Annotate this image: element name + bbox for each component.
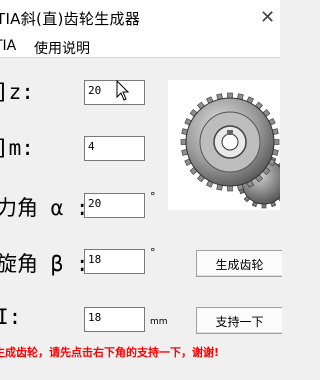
gear-icon [180,92,291,209]
window-title: TIA斜(直)齿轮生成器 [0,10,141,28]
support-button[interactable]: 支持一下 [196,307,282,334]
close-button[interactable]: ✕ [256,0,280,36]
teeth-count-label: ]z: [0,80,34,104]
mm-unit: mm [150,317,168,327]
face-width-label: I: [0,305,22,329]
teeth-count-input[interactable]: 20 [84,80,145,105]
pressure-angle-input[interactable]: 20 [84,193,145,218]
module-label: ]m: [0,136,34,160]
degree-unit: ° [150,246,156,259]
mouse-cursor-icon [116,80,130,101]
menu-bar: TIA 使用说明 [0,36,280,58]
face-width-input[interactable]: 18 [84,307,145,332]
menu-item-help[interactable]: 使用说明 [34,38,90,58]
instruction-note: 生成齿轮，请先点击右下角的支持一下，谢谢! [0,346,220,359]
title-bar: TIA斜(直)齿轮生成器 ✕ [0,0,280,36]
gear-image [168,80,291,210]
pressure-angle-label: 力角 α : [0,196,89,220]
generate-gear-button[interactable]: 生成齿轮 [196,250,282,277]
helix-angle-label: 旋角 β : [0,252,89,276]
degree-unit: ° [150,190,156,203]
module-input[interactable]: 4 [84,136,145,161]
close-icon: ✕ [260,7,276,28]
menu-item-catia[interactable]: TIA [0,38,16,54]
helix-angle-input[interactable]: 18 [84,249,145,274]
